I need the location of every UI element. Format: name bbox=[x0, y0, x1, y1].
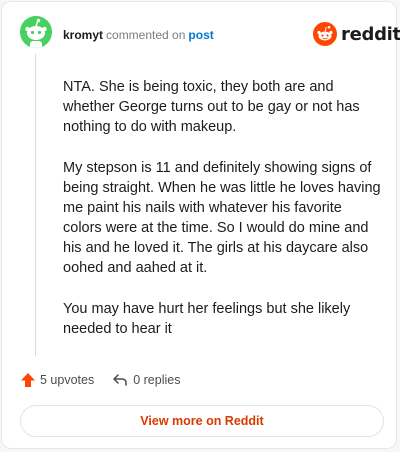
comment-body: NTA. She is being toxic, they both are a… bbox=[63, 77, 381, 360]
thread-line bbox=[35, 54, 36, 356]
reddit-alien-icon bbox=[313, 22, 337, 46]
avatar[interactable] bbox=[20, 16, 52, 48]
username-link[interactable]: kromyt bbox=[63, 28, 103, 42]
snoo-avatar-icon bbox=[20, 16, 52, 48]
post-link[interactable]: post bbox=[188, 28, 213, 42]
reply-count: 0 replies bbox=[133, 373, 181, 387]
comment-actions: 5 upvotes 0 replies bbox=[20, 372, 180, 388]
upvote-arrow-icon bbox=[21, 373, 35, 387]
reply-arrow-icon bbox=[113, 374, 127, 386]
comment-header: kromyt commented on post bbox=[63, 27, 214, 43]
comment-paragraph: You may have hurt her feelings but she l… bbox=[63, 301, 351, 337]
commented-on-text: commented on bbox=[106, 28, 186, 42]
view-more-button[interactable]: View more on Reddit bbox=[20, 405, 384, 437]
upvote-count: 5 upvotes bbox=[40, 373, 95, 387]
comment-paragraph: My stepson is 11 and definitely showing … bbox=[63, 160, 381, 276]
comment-paragraph: NTA. She is being toxic, they both are a… bbox=[63, 79, 360, 135]
reply-button[interactable]: 0 replies bbox=[112, 372, 180, 388]
reddit-logo[interactable]: reddit bbox=[313, 22, 400, 46]
reddit-wordmark: reddit bbox=[341, 23, 400, 45]
upvote-button[interactable]: 5 upvotes bbox=[20, 372, 94, 388]
comment-card: kromyt commented on post reddit NTA. She i… bbox=[1, 1, 400, 449]
